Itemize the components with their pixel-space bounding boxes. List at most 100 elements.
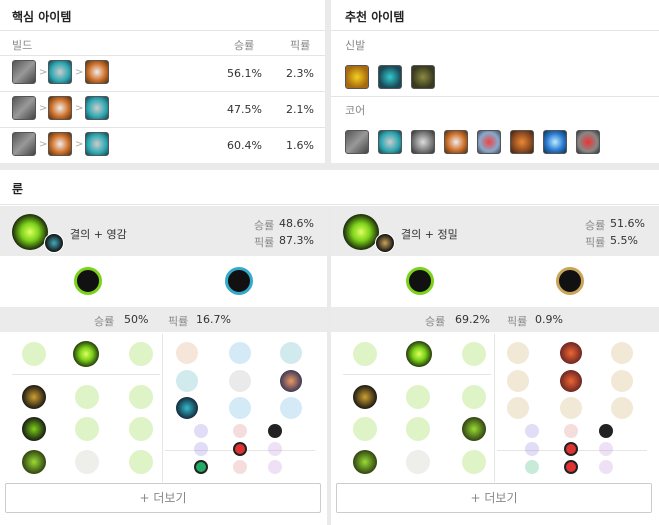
orange-crest-item-icon[interactable] — [444, 130, 468, 154]
bone-plating-rune-icon[interactable] — [462, 417, 486, 441]
biscuit-delivery-rune-icon[interactable] — [280, 370, 302, 392]
adaptive-shard-icon[interactable] — [525, 424, 539, 438]
font-of-life-rune-icon[interactable] — [406, 385, 430, 409]
blue-orb-item-icon[interactable] — [543, 130, 567, 154]
shield-bash-rune-icon[interactable] — [462, 385, 486, 409]
health-shard-icon[interactable] — [525, 460, 539, 474]
aftershock-rune-icon[interactable] — [406, 341, 432, 367]
orange-crest-item-icon — [48, 96, 72, 120]
precision-path-icon[interactable] — [556, 267, 584, 295]
aftershock-keystone-icon — [12, 214, 48, 250]
adaptive-shard-icon[interactable] — [194, 424, 208, 438]
health-shard-icon[interactable] — [194, 460, 208, 474]
minion-dematerializer-rune-icon[interactable] — [229, 370, 251, 392]
armor-shard-icon[interactable] — [564, 442, 578, 456]
armor-shard-icon[interactable] — [233, 442, 247, 456]
teal-helm-item-icon — [48, 60, 72, 84]
cut-down-rune-icon[interactable] — [560, 397, 582, 419]
overgrowth-rune-icon[interactable] — [353, 450, 377, 474]
inspiration-path-icon[interactable] — [225, 267, 253, 295]
attack-speed-shard-icon[interactable] — [233, 424, 247, 438]
demolish-rune-icon[interactable] — [22, 385, 46, 409]
orange-crest-item-icon — [48, 132, 72, 156]
armored-item-icon[interactable] — [345, 130, 369, 154]
inspiration-tree-icon — [44, 233, 64, 253]
magic-resist-shard-icon[interactable] — [599, 460, 613, 474]
magic-resist-shard-icon[interactable] — [599, 442, 613, 456]
legend-tenacity-rune-icon[interactable] — [560, 370, 582, 392]
second-wind-rune-icon[interactable] — [75, 417, 99, 441]
legend-bloodline-rune-icon[interactable] — [611, 370, 633, 392]
last-stand-rune-icon[interactable] — [611, 397, 633, 419]
magic-resist-shard-icon[interactable] — [268, 442, 282, 456]
aftershock-keystone-icon — [343, 214, 379, 250]
approach-velocity-rune-icon[interactable] — [229, 397, 251, 419]
conditioning-rune-icon[interactable] — [353, 417, 377, 441]
build-row[interactable]: > > 56.1% 2.3% — [0, 56, 325, 91]
perfect-timing-rune-icon[interactable] — [280, 342, 302, 364]
core-items-title: 핵심 아이템 — [12, 10, 72, 24]
font-of-life-rune-icon[interactable] — [75, 385, 99, 409]
resolve-path-icon[interactable] — [406, 267, 434, 295]
revitalize-rune-icon[interactable] — [406, 450, 430, 474]
armor-shard-icon[interactable] — [564, 460, 578, 474]
bone-plating-rune-icon[interactable] — [129, 417, 153, 441]
cooldown-shard-icon[interactable] — [268, 424, 282, 438]
more-button[interactable]: + 더보기 — [5, 483, 321, 513]
overgrowth-rune-icon[interactable] — [22, 450, 46, 474]
hextech-flashtraption-rune-icon[interactable] — [176, 342, 198, 364]
recommended-title: 추천 아이템 — [345, 10, 405, 24]
attack-speed-shard-icon[interactable] — [564, 424, 578, 438]
guardian-rune-icon[interactable] — [129, 342, 153, 366]
runes-title: 룬 — [12, 182, 24, 196]
col-pickrate: 픽률 — [290, 39, 311, 52]
bronze-armor-item-icon[interactable] — [510, 130, 534, 154]
rune-page-name: 결의 + 정밀 — [401, 228, 458, 241]
conditioning-rune-icon[interactable] — [22, 417, 46, 441]
overheal-rune-icon[interactable] — [507, 342, 529, 364]
shield-bash-rune-icon[interactable] — [129, 385, 153, 409]
guardian-rune-icon[interactable] — [462, 342, 486, 366]
col-build: 빌드 — [12, 39, 33, 52]
fire-armor-item-icon[interactable] — [576, 130, 600, 154]
gold-boots-icon[interactable] — [345, 65, 369, 89]
second-wind-rune-icon[interactable] — [406, 417, 430, 441]
build-row[interactable]: > > 47.5% 2.1% — [0, 92, 325, 127]
unflinching-rune-icon[interactable] — [462, 450, 486, 474]
magical-footwear-rune-icon[interactable] — [229, 342, 251, 364]
build-row[interactable]: > > 60.4% 1.6% — [0, 128, 325, 163]
rune-page: 결의 + 영감 승률 48.6% 픽률 87.3% 승률 50% 픽률 16.7… — [0, 206, 327, 525]
runes-panel: 룬 결의 + 영감 승률 48.6% 픽률 87.3% 승률 50% 픽률 16… — [0, 170, 659, 525]
more-button[interactable]: + 더보기 — [336, 483, 652, 513]
silver-shield-item-icon[interactable] — [411, 130, 435, 154]
adaptive-shard-icon[interactable] — [525, 442, 539, 456]
magic-resist-shard-icon[interactable] — [268, 460, 282, 474]
teal-helm-item-icon — [85, 132, 109, 156]
olive-boots-icon[interactable] — [411, 65, 435, 89]
grasp-rune-icon[interactable] — [353, 342, 377, 366]
core-items-panel: 핵심 아이템 빌드 승률 픽률 > > 56.1% 2.3% > > 47.5%… — [0, 0, 325, 163]
armor-shard-icon[interactable] — [233, 460, 247, 474]
coup-de-grace-rune-icon[interactable] — [507, 397, 529, 419]
time-warp-tonic-rune-icon[interactable] — [280, 397, 302, 419]
triumph-rune-icon[interactable] — [560, 342, 582, 364]
presence-of-mind-rune-icon[interactable] — [611, 342, 633, 364]
unflinching-rune-icon[interactable] — [129, 450, 153, 474]
futures-market-rune-icon[interactable] — [176, 370, 198, 392]
teal-helm-item-icon[interactable] — [378, 130, 402, 154]
teal-boots-icon[interactable] — [378, 65, 402, 89]
demolish-rune-icon[interactable] — [353, 385, 377, 409]
feather-item-icon[interactable] — [477, 130, 501, 154]
grasp-rune-icon[interactable] — [22, 342, 46, 366]
precision-tree-icon — [375, 233, 395, 253]
cooldown-shard-icon[interactable] — [599, 424, 613, 438]
aftershock-rune-icon[interactable] — [73, 341, 99, 367]
armored-item-icon — [12, 60, 36, 84]
adaptive-shard-icon[interactable] — [194, 442, 208, 456]
resolve-path-icon[interactable] — [74, 267, 102, 295]
rune-page-name: 결의 + 영감 — [70, 228, 127, 241]
revitalize-rune-icon[interactable] — [75, 450, 99, 474]
legend-alacrity-rune-icon[interactable] — [507, 370, 529, 392]
col-winrate: 승률 — [234, 39, 255, 52]
cosmic-insight-rune-icon[interactable] — [176, 397, 198, 419]
